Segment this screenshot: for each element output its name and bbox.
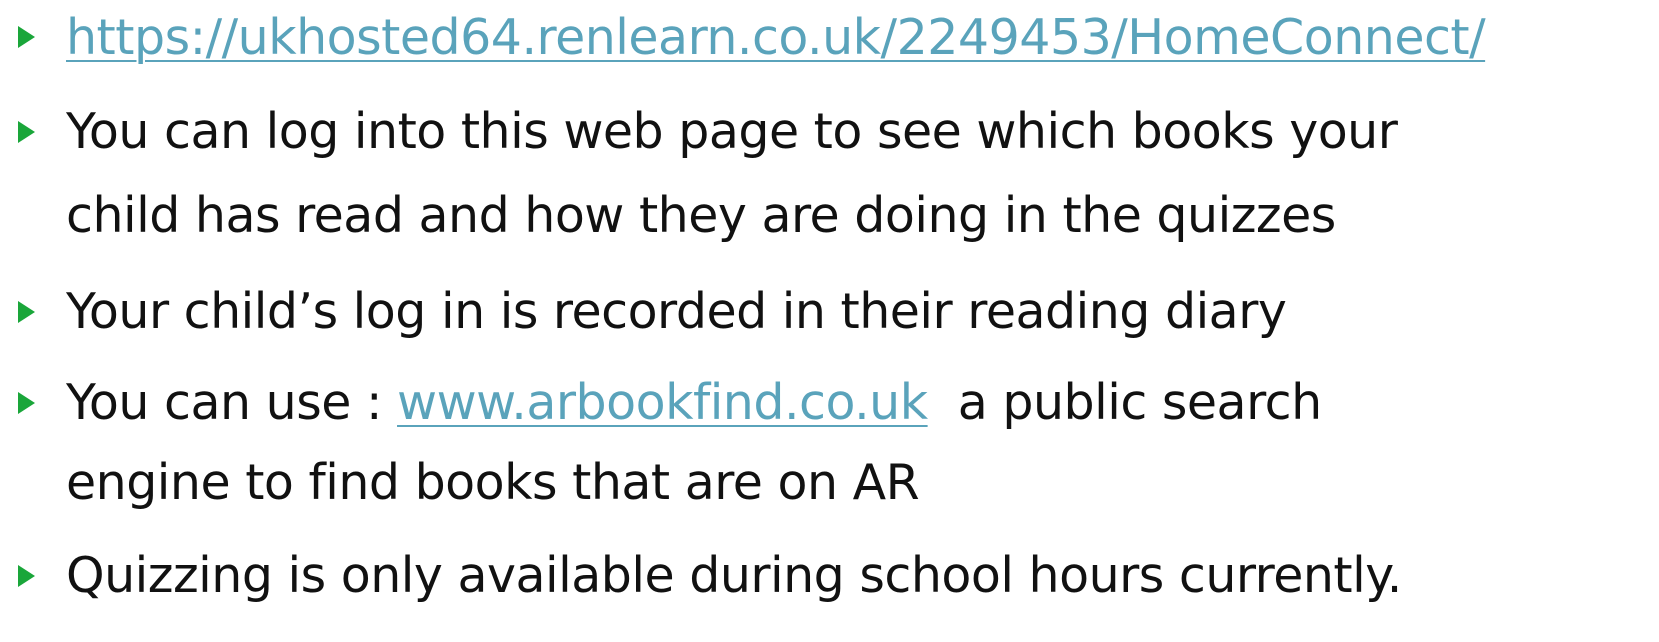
bullet-line-continued: engine to find books that are on AR [66, 454, 920, 511]
bullet-arrow-icon [18, 392, 35, 414]
bullet-line: You can log into this web page to see wh… [66, 103, 1398, 160]
bullet-arrow-icon [18, 26, 35, 48]
bullet-line: Your child’s log in is recorded in their… [66, 283, 1287, 340]
bullet-arrow-icon [18, 121, 35, 143]
bullet-line: https://ukhosted64.renlearn.co.uk/224945… [66, 8, 1486, 68]
arbookfind-link[interactable]: www.arbookfind.co.uk [397, 374, 928, 431]
bullet-line: You can use : www.arbookfind.co.uk a pub… [66, 373, 1322, 433]
bullet-suffix-text: a public search [927, 374, 1322, 431]
slide: https://ukhosted64.renlearn.co.uk/224945… [0, 0, 1659, 642]
bullet-line-continued: child has read and how they are doing in… [66, 187, 1336, 244]
bullet-arrow-icon [18, 301, 35, 323]
bullet-line: Quizzing is only available during school… [66, 547, 1402, 604]
bullet-prefix-text: You can use : [66, 374, 398, 431]
bullet-arrow-icon [18, 565, 35, 587]
homeconnect-link[interactable]: https://ukhosted64.renlearn.co.uk/224945… [66, 9, 1486, 66]
